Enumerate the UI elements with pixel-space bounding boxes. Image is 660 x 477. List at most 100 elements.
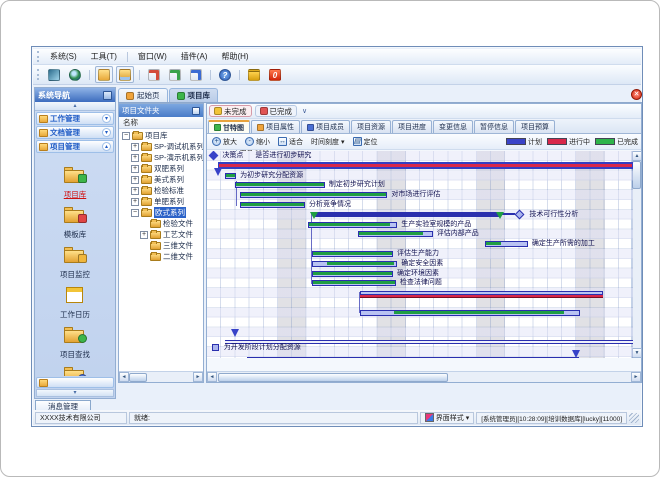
overflow-chevron-icon[interactable]: ∨ [302,107,307,115]
expand-icon[interactable]: + [131,165,139,173]
scroll-down-icon[interactable]: ▼ [632,348,642,358]
sidebar-item-folder-tasks[interactable]: 任务查找 [36,367,114,376]
task-bar[interactable] [240,202,305,208]
sidebar-group-expanded[interactable]: 项目管理▴ [36,140,114,153]
pin-icon[interactable] [192,107,200,115]
scroll-thumb[interactable] [632,161,641,189]
plan-line-bar[interactable] [247,357,579,358]
expand-icon[interactable]: + [131,187,139,195]
tool-button[interactable]: +放大 [210,136,239,148]
scroll-left-icon[interactable]: ◄ [207,372,217,382]
tree-node[interactable]: +检验标准 [119,185,203,196]
tab-item[interactable]: 变更信息 [433,120,473,133]
task-bar[interactable] [312,251,393,257]
resize-grip[interactable] [629,413,639,423]
scroll-thumb[interactable] [129,373,147,382]
tree-column-header[interactable]: 名称 [119,117,203,129]
globe-button[interactable] [66,66,84,83]
summary-bracket[interactable] [314,212,500,217]
task-bar[interactable] [312,280,396,286]
filter-button[interactable]: 已完成 [255,105,298,117]
task-bar[interactable] [240,192,387,198]
tree-node[interactable]: 检验文件 [119,218,203,229]
tab-item[interactable]: 项目预算 [515,120,555,133]
tab-item[interactable]: 项目属性 [251,120,300,133]
lock-button[interactable] [245,66,263,83]
sidebar-item-folder-search[interactable]: 项目查找 [36,327,114,362]
milestone-diamond[interactable] [208,151,218,160]
task-bar[interactable] [485,241,528,247]
task-bar[interactable] [360,310,580,316]
ui-style-button[interactable]: 界面样式 ▾ [420,412,474,424]
task-bar[interactable] [358,231,433,237]
tree-node[interactable]: +SP-调试机系列 [119,141,203,152]
sidebar-item-calendar[interactable]: 工作日历 [36,287,114,322]
expand-icon[interactable]: + [140,231,148,239]
chevron-icon[interactable]: ▾ [102,128,111,137]
doc-tab-active[interactable]: 项目库 [169,88,219,102]
tree-node[interactable]: 三维文件 [119,240,203,251]
help-button[interactable]: ? [216,66,234,83]
toolbar-grip[interactable] [37,69,40,80]
network-button[interactable] [45,66,63,83]
menu-item[interactable]: 帮助(H) [215,50,254,63]
sidebar-menu-icon[interactable] [103,91,112,100]
mail-blue-button[interactable] [187,66,205,83]
summary-bar[interactable] [218,162,633,169]
sidebar-item-folder-user[interactable]: 项目库 [36,167,114,202]
sidebar-group-collapsed[interactable]: 工作管理▾ [36,112,114,125]
sidebar-collapse-button[interactable]: ▴ [35,102,115,111]
task-bar[interactable] [308,222,397,228]
menu-item[interactable]: 插件(A) [175,50,214,63]
tool-button[interactable]: ▤定位 [351,136,380,148]
task-bar[interactable] [235,182,324,188]
chevron-icon[interactable]: ▴ [102,142,111,151]
scroll-right-icon[interactable]: ► [193,372,203,382]
tree-node[interactable]: −项目库 [119,130,203,141]
tree-horizontal-scrollbar[interactable]: ◄ ► [119,371,203,382]
tree-node[interactable]: +美式系列 [119,174,203,185]
task-bar[interactable] [312,271,393,277]
scroll-thumb[interactable] [218,373,448,382]
tab-item[interactable]: 项目进度 [392,120,432,133]
scroll-up-icon[interactable]: ▲ [632,151,642,161]
mail-green-button[interactable] [166,66,184,83]
power-button[interactable]: 0 [266,66,284,83]
milestone-square[interactable] [212,344,219,351]
task-bar[interactable] [312,261,397,267]
close-icon[interactable]: ✕ [631,89,642,100]
collapse-icon[interactable]: − [131,209,139,217]
toolbar-grip[interactable] [37,51,40,62]
gantt-vertical-scrollbar[interactable]: ▲ ▼ [631,151,641,358]
expand-icon[interactable]: + [131,154,139,162]
gantt-horizontal-scrollbar[interactable]: ◄ ► [207,371,641,382]
tab-item[interactable]: 项目资源 [351,120,391,133]
tree-node[interactable]: −欧式系列 [119,207,203,218]
mail-red-button[interactable] [145,66,163,83]
tool-button[interactable]: 时间刻度▾ [309,136,347,148]
expand-icon[interactable]: + [131,176,139,184]
task-bar-inprogress[interactable] [360,291,603,299]
menu-item[interactable]: 系统(S) [44,50,83,63]
scroll-right-icon[interactable]: ► [631,372,641,382]
expand-icon[interactable]: + [131,143,139,151]
doc-tab-inactive[interactable]: 起始页 [118,88,168,102]
folder-view-button[interactable] [116,66,134,83]
tool-button[interactable]: ↔适合 [276,136,305,148]
tab-item[interactable]: 暂停信息 [474,120,514,133]
tree-node[interactable]: +SP-演示机系列 [119,152,203,163]
collapse-icon[interactable]: − [122,132,130,140]
tab-item[interactable]: 项目成员 [301,120,350,133]
tree-node[interactable]: 二维文件 [119,251,203,262]
tree-node[interactable]: +双肥系列 [119,163,203,174]
chevron-icon[interactable]: ▾ [102,114,111,123]
filter-button[interactable]: 未完成 [209,105,252,117]
scroll-left-icon[interactable]: ◄ [119,372,129,382]
tool-button[interactable]: -缩小 [243,136,272,148]
expand-icon[interactable]: + [131,198,139,206]
task-bar[interactable] [225,173,236,179]
milestone-diamond[interactable] [514,209,524,219]
sidebar-item-folder-block[interactable]: 模板库 [36,207,114,242]
tree-node[interactable]: +工艺文件 [119,229,203,240]
menu-item[interactable]: 窗口(W) [132,50,173,63]
